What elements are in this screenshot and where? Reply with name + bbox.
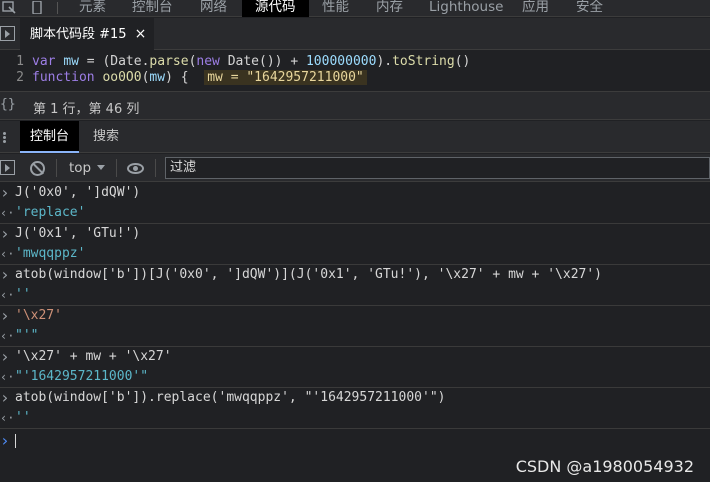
context-selector[interactable]: top xyxy=(69,160,106,176)
console-result-row: "'" xyxy=(0,326,710,346)
code-editor[interactable]: 1 var mw = (Date.parse(new Date()) + 1000… xyxy=(0,51,710,90)
console-input-row: J('0x0', ']dQW') xyxy=(0,183,710,203)
devtools-main-tabbar: 元素 控制台 网络 源代码 性能 内存 Lighthouse 应用 安全 xyxy=(0,0,710,17)
result-arrow-icon xyxy=(0,326,12,348)
console-input-row: atob(window['b'])[J('0x0', ']dQW')](J('0… xyxy=(0,265,710,285)
console-result-row: 'replace' xyxy=(0,203,710,223)
live-expression-eye-icon[interactable] xyxy=(127,163,144,174)
toolbar-divider xyxy=(57,2,58,14)
code-line-1: 1 var mw = (Date.parse(new Date()) + 1000… xyxy=(16,54,471,69)
console-prompt[interactable]: › xyxy=(0,429,710,453)
toolbar-divider xyxy=(155,159,156,177)
toolbar-divider xyxy=(56,159,57,177)
more-menu-icon[interactable] xyxy=(3,132,7,144)
result-arrow-icon xyxy=(0,244,12,266)
console-sidebar-icon[interactable] xyxy=(0,160,15,175)
filter-input[interactable]: 过滤 xyxy=(165,157,710,179)
file-tab-snippet[interactable]: 脚本代码段 #15 × xyxy=(20,18,155,50)
prompt-arrow-icon: › xyxy=(0,431,10,450)
inspect-element-icon[interactable] xyxy=(2,1,16,14)
console-toolbar: top 过滤 xyxy=(0,154,710,182)
console-entry: J('0x1', 'GTu!') 'mwqqppz' xyxy=(0,224,710,265)
console-entry: J('0x0', ']dQW') 'replace' xyxy=(0,183,710,224)
toolbar-divider xyxy=(116,159,117,177)
console-entry: '\x27' + mw + '\x27' "'1642957211000'" xyxy=(0,347,710,388)
tab-console[interactable]: 控制台 xyxy=(128,0,177,17)
console-entry: atob(window['b'])[J('0x0', ']dQW')](J('0… xyxy=(0,265,710,306)
tab-network[interactable]: 网络 xyxy=(196,0,231,17)
console-result-row: '' xyxy=(0,285,710,305)
filter-placeholder: 过滤 xyxy=(170,160,197,175)
watermark: CSDN @a1980054932 xyxy=(515,457,694,476)
inline-value-badge: mw = "1642957211000" xyxy=(204,70,367,85)
console-output[interactable]: J('0x0', ']dQW') 'replace' J('0x1', 'GTu… xyxy=(0,183,710,482)
editor-statusbar: {} 第 1 行，第 46 列 xyxy=(0,91,710,120)
cursor-position: 第 1 行，第 46 列 xyxy=(33,102,140,117)
device-toolbar-icon[interactable] xyxy=(30,1,44,14)
tab-lighthouse[interactable]: Lighthouse xyxy=(425,0,507,17)
navigator-toggle-icon[interactable] xyxy=(0,26,15,41)
console-result-row: 'mwqqppz' xyxy=(0,244,710,264)
console-entry: '\x27' "'" xyxy=(0,306,710,347)
console-input-row: '\x27' + mw + '\x27' xyxy=(0,347,710,367)
console-result-row: "'1642957211000'" xyxy=(0,367,710,387)
context-label: top xyxy=(69,160,92,176)
code-line-2: 2 function oo0O0(mw) { mw = "164295721100… xyxy=(0,70,367,86)
drawer-tab-search[interactable]: 搜索 xyxy=(83,121,129,153)
console-entry: atob(window['b']).replace('mwqqppz', "'1… xyxy=(0,388,710,429)
drawer-tab-console[interactable]: 控制台 xyxy=(20,121,80,153)
result-arrow-icon xyxy=(0,367,12,389)
console-input-row: J('0x1', 'GTu!') xyxy=(0,224,710,244)
close-icon[interactable]: × xyxy=(135,26,147,42)
tab-performance[interactable]: 性能 xyxy=(318,0,353,17)
tab-memory[interactable]: 内存 xyxy=(372,0,407,17)
result-arrow-icon xyxy=(0,203,12,225)
clear-console-icon[interactable] xyxy=(30,161,45,176)
result-arrow-icon xyxy=(0,408,12,430)
tab-elements[interactable]: 元素 xyxy=(75,0,110,17)
pretty-print-icon[interactable]: {} xyxy=(0,97,16,112)
result-arrow-icon xyxy=(0,285,12,307)
tab-sources[interactable]: 源代码 xyxy=(242,0,309,17)
text-cursor xyxy=(15,434,16,448)
editor-tabbar: 脚本代码段 #15 × xyxy=(0,18,710,50)
drawer-tabbar: 控制台 搜索 xyxy=(0,121,710,153)
tab-security[interactable]: 安全 xyxy=(572,0,607,17)
console-input-row: '\x27' xyxy=(0,306,710,326)
tab-application[interactable]: 应用 xyxy=(518,0,553,17)
file-tab-label: 脚本代码段 #15 xyxy=(30,27,127,42)
console-input-row: atob(window['b']).replace('mwqqppz', "'1… xyxy=(0,388,710,408)
console-result-row: '' xyxy=(0,408,710,428)
chevron-down-icon xyxy=(97,165,106,170)
